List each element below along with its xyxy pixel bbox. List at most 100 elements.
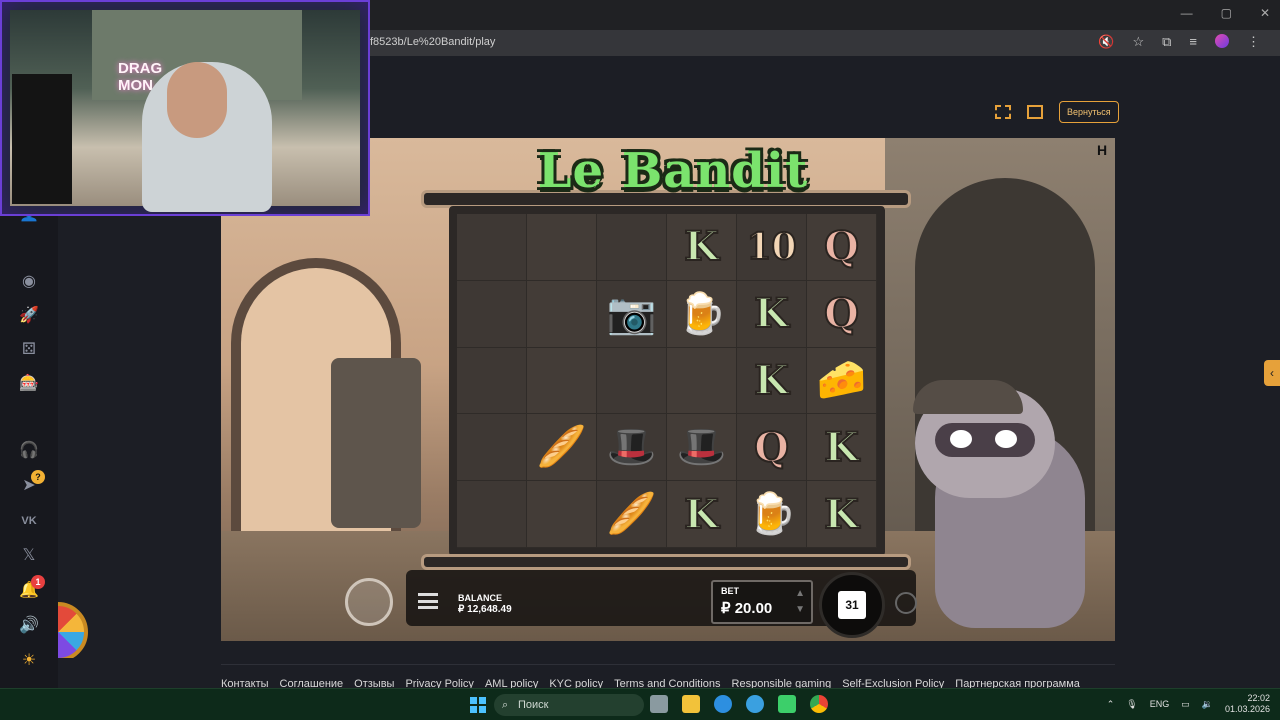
bet-up-icon[interactable]: ▲ [795, 586, 805, 602]
beer-icon: 🍺 [746, 492, 797, 537]
reel-cell: 🥖 [597, 481, 667, 548]
volume-icon[interactable]: 🔉 [1202, 699, 1213, 710]
chevron-left-icon[interactable]: ‹ [1264, 360, 1280, 386]
support-icon[interactable]: 🎧 [19, 441, 39, 461]
bet-label: BET [721, 586, 739, 596]
notification-badge: 1 [31, 575, 45, 589]
minimize-button[interactable]: — [1181, 6, 1193, 20]
reel-cell [667, 347, 737, 415]
maximize-button[interactable]: ▢ [1221, 6, 1232, 20]
reel-cell [457, 481, 527, 548]
reel-cell [457, 280, 527, 348]
bet-box[interactable]: BET ₽ 20.00 ▲ ▼ [711, 580, 813, 624]
language-indicator[interactable]: ENG [1150, 699, 1170, 709]
reel-cell: 🍺 [667, 280, 737, 348]
reel-cell [527, 214, 597, 281]
symbol-k: K [753, 356, 790, 405]
poker-chip-icon[interactable]: ◉ [19, 272, 39, 292]
sound-icon[interactable]: 🔊 [19, 616, 39, 636]
theater-mode-icon[interactable] [1027, 105, 1043, 119]
clock-date: 01.03.2026 [1224, 704, 1270, 714]
fortune-wheel[interactable] [58, 602, 92, 658]
telegram-badge: ? [31, 470, 45, 484]
search-icon: ⌕ [502, 699, 509, 711]
balance-label: BALANCE [458, 593, 502, 603]
reel-cell: 🍺 [737, 481, 807, 548]
bet-arrows: ▲ ▼ [795, 586, 805, 618]
spin-button[interactable]: 31 [819, 572, 885, 638]
bet-down-icon[interactable]: ▼ [795, 602, 805, 618]
dice-icon[interactable]: ⚄ [19, 340, 39, 360]
chevron-up-icon[interactable]: ⌃ [1107, 699, 1115, 710]
reels-bottom-bar [421, 554, 911, 570]
telegram-icon[interactable]: ➤ ? [19, 470, 45, 496]
reel-cell [527, 280, 597, 348]
reel-cell [457, 347, 527, 415]
symbol-10: 10 [745, 225, 797, 269]
star-icon[interactable]: ☆ [1132, 34, 1144, 50]
cheese-icon: 🧀 [816, 358, 867, 403]
symbol-k: K [823, 423, 860, 472]
task-view-icon[interactable] [650, 695, 668, 713]
reel-cell: 🎩 [597, 414, 667, 482]
raccoon-cap [913, 380, 1023, 414]
rocket-icon[interactable]: 🚀 [19, 306, 39, 326]
symbol-k: K [683, 490, 720, 539]
window-controls: — ▢ ✕ [1181, 6, 1270, 20]
reel-cell [457, 414, 527, 482]
background-trash-can [331, 358, 421, 528]
file-explorer-icon[interactable] [682, 695, 700, 713]
reel-cell [597, 214, 667, 281]
sun-icon[interactable]: ☀ [19, 651, 39, 671]
reel-grid: K 10 Q 📷 🍺 K Q K 🧀 🥖 🎩 🎩 Q K 🥖 K 🍺 K [457, 214, 877, 548]
address-bar-icons: 🔇 ☆ ⧉ ≡ ⋮ [1098, 34, 1260, 50]
url-text[interactable]: f8523b/Le%20Bandit/play [370, 36, 495, 48]
bread-icon: 🥖 [606, 492, 657, 537]
close-button[interactable]: ✕ [1260, 6, 1270, 20]
fortune-wheel-icon [58, 602, 88, 658]
reel-cell [527, 347, 597, 415]
mic-icon[interactable]: 🎙 [1126, 699, 1137, 710]
reel-cell: 🧀 [807, 347, 877, 415]
telegram-icon[interactable] [746, 695, 764, 713]
edge-icon[interactable] [714, 695, 732, 713]
taskbar-search[interactable]: ⌕ Поиск [494, 694, 644, 716]
search-placeholder: Поиск [518, 699, 549, 711]
taskbar: ⌕ Поиск ⌃ 🎙 ENG ▭ 🔉 22:02 01.03.2026 [0, 688, 1280, 720]
bell-icon[interactable]: 🔔 1 [19, 575, 45, 601]
spin-count: 31 [838, 591, 866, 619]
media-icon[interactable]: ≡ [1189, 34, 1197, 50]
x-icon[interactable]: 𝕏 [19, 546, 39, 566]
profile-avatar[interactable] [1215, 34, 1229, 48]
reel-cell: K [667, 214, 737, 281]
reel-cell: Q [807, 214, 877, 281]
reel-cell [527, 481, 597, 548]
symbol-q: Q [823, 289, 860, 338]
reel-cell: 🥖 [527, 414, 597, 482]
webcam-monitor [12, 74, 72, 204]
menu-icon[interactable]: ⋮ [1247, 34, 1260, 50]
hamburger-menu-icon[interactable] [418, 593, 438, 609]
chrome-icon[interactable] [810, 695, 828, 713]
reel-cell [457, 214, 527, 281]
reel-cell: Q [807, 280, 877, 348]
vk-icon[interactable]: VK [19, 511, 39, 531]
raccoon-eye [950, 430, 972, 448]
fullscreen-icon[interactable] [995, 105, 1011, 119]
start-button[interactable] [470, 697, 486, 713]
app-icon[interactable] [778, 695, 796, 713]
autoplay-icon[interactable] [895, 592, 917, 614]
slot-icon[interactable]: 🎰 [19, 374, 39, 394]
bonus-buy-icon[interactable] [345, 578, 393, 626]
game-logo: Le Bandit [537, 143, 809, 199]
back-button[interactable]: Вернуться [1059, 101, 1119, 123]
reel-cell: 📷 [597, 280, 667, 348]
clock[interactable]: 22:02 01.03.2026 [1225, 693, 1270, 715]
network-icon[interactable]: ▭ [1181, 699, 1190, 710]
extensions-icon[interactable]: ⧉ [1162, 34, 1171, 50]
reel-cell: K [807, 481, 877, 548]
raccoon-mascot [895, 368, 1115, 641]
balance-value: ₽ 12,648.49 [458, 604, 512, 615]
mute-icon[interactable]: 🔇 [1098, 34, 1114, 50]
clock-time: 22:02 [1247, 693, 1270, 703]
